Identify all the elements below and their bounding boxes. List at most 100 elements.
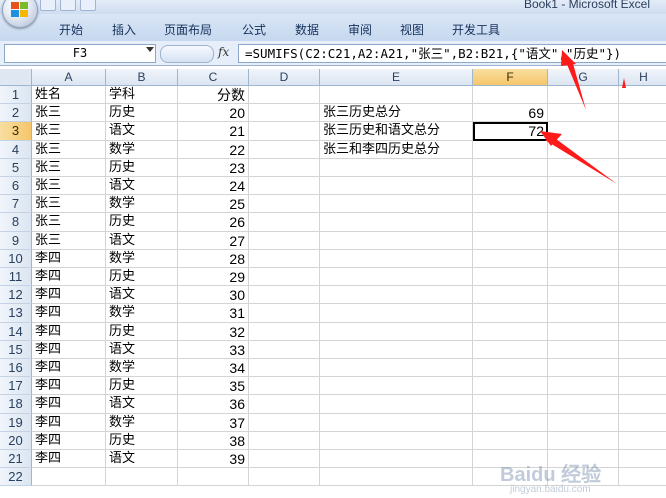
cell-b13[interactable]: 数学: [106, 304, 178, 323]
row-header-5[interactable]: 5: [0, 158, 32, 177]
cell-d6[interactable]: [249, 177, 320, 196]
cell-d2[interactable]: [249, 104, 320, 123]
cell-c18[interactable]: 36: [178, 395, 249, 414]
column-header-g[interactable]: G: [548, 69, 619, 86]
cell-b8[interactable]: 历史: [106, 213, 178, 232]
cell-b16[interactable]: 数学: [106, 359, 178, 378]
row-header-1[interactable]: 1: [0, 86, 32, 105]
cell-d21[interactable]: [249, 450, 320, 469]
cell-g9[interactable]: [548, 231, 619, 250]
cell-e14[interactable]: [320, 322, 473, 341]
cell-e17[interactable]: [320, 377, 473, 396]
cell-d19[interactable]: [249, 413, 320, 432]
cell-b18[interactable]: 语文: [106, 395, 178, 414]
cell-h1[interactable]: [619, 86, 666, 105]
cell-g11[interactable]: [548, 268, 619, 287]
cell-e8[interactable]: [320, 213, 473, 232]
cell-c11[interactable]: 29: [178, 268, 249, 287]
cell-d17[interactable]: [249, 377, 320, 396]
cell-a22[interactable]: [32, 468, 106, 487]
cell-g14[interactable]: [548, 322, 619, 341]
cell-e21[interactable]: [320, 450, 473, 469]
cell-h7[interactable]: [619, 195, 666, 214]
cell-g16[interactable]: [548, 359, 619, 378]
cell-a6[interactable]: 张三: [32, 177, 106, 196]
cell-h15[interactable]: [619, 341, 666, 359]
cell-d3[interactable]: [249, 122, 320, 141]
cell-f4[interactable]: [473, 140, 548, 159]
cell-g1[interactable]: [548, 86, 619, 105]
cell-c14[interactable]: 32: [178, 322, 249, 341]
column-header-d[interactable]: D: [249, 69, 320, 86]
cell-e10[interactable]: [320, 249, 473, 268]
cell-d1[interactable]: [249, 86, 320, 105]
cell-e6[interactable]: [320, 177, 473, 196]
cell-a12[interactable]: 李四: [32, 286, 106, 305]
cell-h8[interactable]: [619, 213, 666, 232]
row-header-2[interactable]: 2: [0, 104, 32, 123]
cell-g3[interactable]: [548, 122, 619, 141]
cell-c21[interactable]: 39: [178, 450, 249, 469]
cell-b9[interactable]: 语文: [106, 231, 178, 250]
cell-a1[interactable]: 姓名: [32, 86, 106, 105]
cell-b17[interactable]: 历史: [106, 377, 178, 396]
cell-d4[interactable]: [249, 140, 320, 159]
cell-g17[interactable]: [548, 377, 619, 396]
cell-d20[interactable]: [249, 431, 320, 450]
column-header-c[interactable]: C: [178, 69, 249, 86]
row-header-10[interactable]: 10: [0, 249, 32, 268]
cell-a18[interactable]: 李四: [32, 395, 106, 414]
cell-d13[interactable]: [249, 304, 320, 323]
row-header-21[interactable]: 21: [0, 450, 32, 469]
cell-h11[interactable]: [619, 268, 666, 287]
cell-d12[interactable]: [249, 286, 320, 305]
cell-a9[interactable]: 张三: [32, 231, 106, 250]
cell-b15[interactable]: 语文: [106, 340, 178, 359]
tab-review[interactable]: 审阅: [348, 21, 372, 38]
cell-e19[interactable]: [320, 413, 473, 432]
print-preview-icon[interactable]: [80, 0, 96, 11]
cell-f19[interactable]: [473, 413, 548, 432]
cell-h4[interactable]: [619, 141, 666, 159]
cell-h20[interactable]: [619, 432, 666, 450]
cell-f14[interactable]: [473, 322, 548, 341]
cell-g12[interactable]: [548, 286, 619, 305]
row-header-18[interactable]: 18: [0, 395, 32, 414]
column-header-f[interactable]: F: [473, 69, 548, 86]
cell-d8[interactable]: [249, 213, 320, 232]
cell-a14[interactable]: 李四: [32, 322, 106, 341]
cell-e18[interactable]: [320, 395, 473, 414]
cell-e22[interactable]: [320, 468, 473, 487]
cell-h6[interactable]: [619, 177, 666, 196]
cell-a21[interactable]: 李四: [32, 450, 106, 469]
row-header-17[interactable]: 17: [0, 377, 32, 396]
cell-h3[interactable]: [619, 122, 666, 141]
cell-h22[interactable]: [619, 468, 666, 487]
cell-e5[interactable]: [320, 158, 473, 177]
cell-f18[interactable]: [473, 395, 548, 414]
cell-c9[interactable]: 27: [178, 231, 249, 250]
formula-bar-buttons[interactable]: [160, 45, 214, 63]
cell-f10[interactable]: [473, 249, 548, 268]
row-header-16[interactable]: 16: [0, 359, 32, 378]
cell-a16[interactable]: 李四: [32, 359, 106, 378]
cell-f15[interactable]: [473, 340, 548, 359]
cell-d15[interactable]: [249, 340, 320, 359]
cell-b14[interactable]: 历史: [106, 322, 178, 341]
cell-h19[interactable]: [619, 414, 666, 432]
cell-a2[interactable]: 张三: [32, 104, 106, 123]
cell-b3[interactable]: 语文: [106, 122, 178, 141]
cell-c17[interactable]: 35: [178, 377, 249, 396]
cell-c15[interactable]: 33: [178, 340, 249, 359]
cell-e11[interactable]: [320, 268, 473, 287]
cell-g2[interactable]: [548, 104, 619, 123]
cell-f11[interactable]: [473, 268, 548, 287]
cell-f7[interactable]: [473, 195, 548, 214]
cell-a10[interactable]: 李四: [32, 249, 106, 268]
cell-h21[interactable]: [619, 450, 666, 469]
cell-d11[interactable]: [249, 268, 320, 287]
cell-e15[interactable]: [320, 340, 473, 359]
cell-f6[interactable]: [473, 177, 548, 196]
cell-d7[interactable]: [249, 195, 320, 214]
cell-f2[interactable]: 69: [473, 104, 548, 123]
